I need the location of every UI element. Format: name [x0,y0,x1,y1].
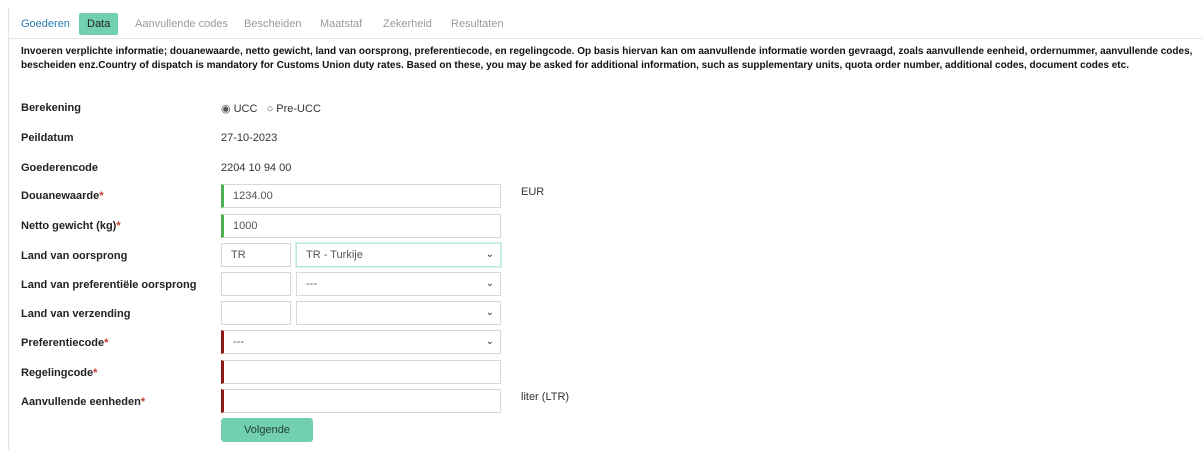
volgende-button[interactable]: Volgende [221,418,313,442]
preferentiecode-label: Preferentiecode* [21,337,108,349]
douanewaarde-label: Douanewaarde* [21,190,104,202]
land-verzending-select[interactable]: ⌄ [296,301,501,325]
regelingcode-input[interactable] [221,360,501,384]
berekening-radio-group: ◉ UCC ○ Pre-UCC [221,102,321,115]
tab-maatstaf[interactable]: Maatstaf [320,13,362,35]
land-pref-oorsprong-code-input[interactable] [221,272,291,296]
land-oorsprong-label: Land van oorsprong [21,250,128,262]
regelingcode-label: Regelingcode* [21,367,97,379]
required-mark: * [140,396,146,408]
tab-aanvullende-codes[interactable]: Aanvullende codes [135,13,228,35]
regelingcode-label-text: Regelingcode [21,367,94,379]
aanvullende-eenheden-unit: liter (LTR) [521,391,570,403]
radio-ucc[interactable]: ◉ UCC [221,103,257,115]
tab-goederen[interactable]: Goederen [21,13,70,35]
chevron-down-icon: ⌄ [485,278,494,289]
radio-pre-ucc-label: Pre-UCC [276,103,321,115]
preferentiecode-selected: --- [233,336,244,348]
chevron-down-icon: ⌄ [485,336,494,347]
netto-gewicht-input[interactable]: 1000 [221,214,501,238]
land-oorsprong-selected: TR - Turkije [306,249,363,261]
land-oorsprong-code-input[interactable]: TR [221,243,291,267]
netto-gewicht-label-text: Netto gewicht (kg) [21,220,117,232]
radio-unchecked-icon: ○ [266,103,274,115]
douanewaarde-label-text: Douanewaarde [21,190,100,202]
radio-checked-icon: ◉ [221,103,231,115]
intro-text: Invoeren verplichte informatie; douanewa… [21,46,1193,71]
chevron-down-icon: ⌄ [485,307,494,318]
tab-bescheiden[interactable]: Bescheiden [244,13,302,35]
aanvullende-eenheden-label: Aanvullende eenheden* [21,396,145,408]
land-pref-oorsprong-label: Land van preferentiële oorsprong [21,279,197,291]
goederencode-value: 2204 10 94 00 [221,162,292,174]
radio-pre-ucc[interactable]: ○ Pre-UCC [267,103,321,115]
netto-gewicht-label: Netto gewicht (kg)* [21,220,121,232]
tab-resultaten[interactable]: Resultaten [451,13,504,35]
berekening-label: Berekening [21,102,81,114]
tab-data[interactable]: Data [79,13,119,35]
douanewaarde-input[interactable]: 1234.00 [221,184,501,208]
required-mark: * [93,367,98,379]
goederencode-label: Goederencode [21,162,99,174]
form-panel: Goederen Data Aanvullende codes Bescheid… [8,8,1203,450]
land-oorsprong-select[interactable]: TR - Turkije ⌄ [296,243,501,267]
required-mark: * [99,190,104,202]
preferentiecode-select[interactable]: --- ⌄ [221,330,501,354]
chevron-down-icon: ⌄ [485,249,494,260]
land-verzending-code-input[interactable] [221,301,291,325]
required-mark: * [104,337,109,349]
land-pref-oorsprong-selected: --- [306,278,317,290]
tab-bar: Goederen Data Aanvullende codes Bescheid… [9,10,1203,39]
land-verzending-label: Land van verzending [21,308,131,320]
required-mark: * [116,220,121,232]
peildatum-value: 27-10-2023 [221,132,278,144]
radio-ucc-label: UCC [233,103,258,115]
aanvullende-eenheden-input[interactable] [221,389,501,413]
tab-zekerheid[interactable]: Zekerheid [383,13,432,35]
peildatum-label: Peildatum [21,132,74,144]
douanewaarde-unit: EUR [521,186,545,198]
aanvullende-eenheden-label-text: Aanvullende eenheden [21,396,141,408]
preferentiecode-label-text: Preferentiecode [21,337,105,349]
land-pref-oorsprong-select[interactable]: --- ⌄ [296,272,501,296]
